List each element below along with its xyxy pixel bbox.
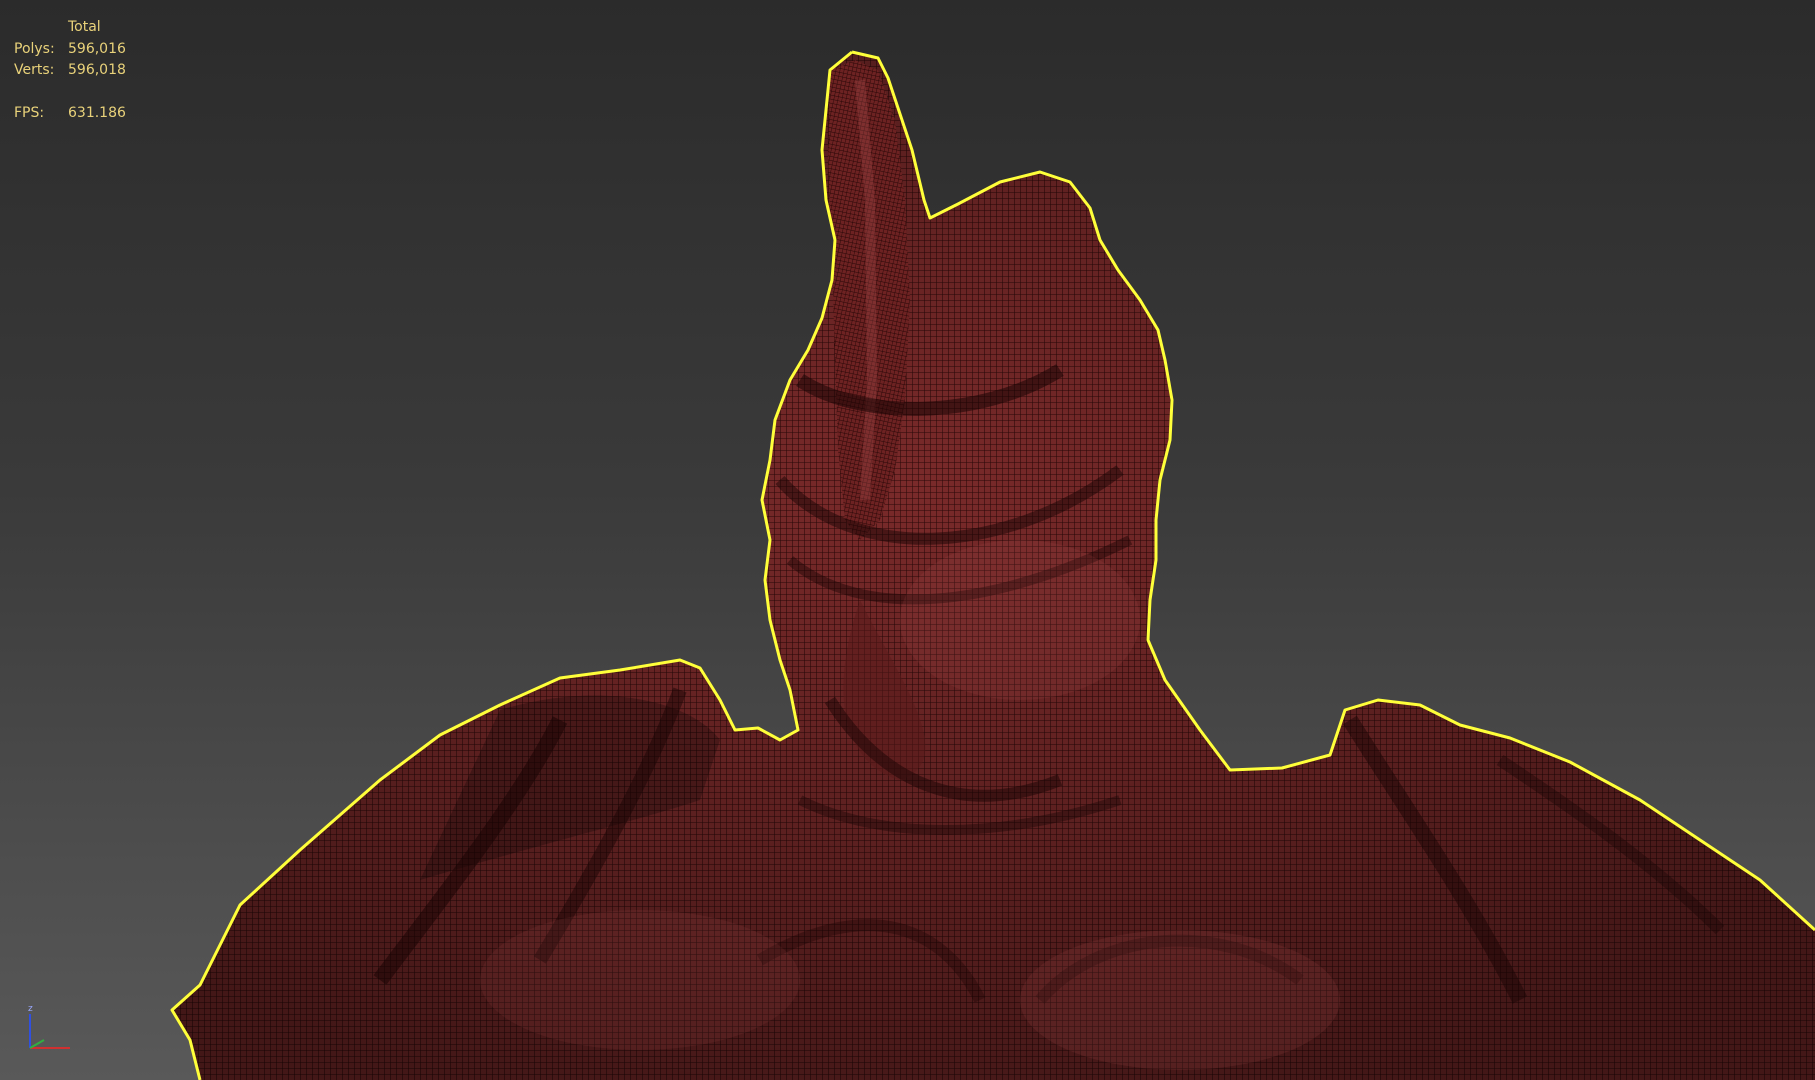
fps-label: FPS:	[14, 105, 45, 121]
verts-label: Verts:	[14, 62, 55, 78]
polys-value: 596,016	[68, 40, 126, 57]
creature-bust-mesh[interactable]	[0, 0, 1815, 1080]
3d-viewport[interactable]: Total Polys: 596,016 Verts: 596,018 FPS:…	[0, 0, 1815, 1080]
axis-y-icon	[29, 1039, 45, 1049]
verts-value: 596,018	[68, 62, 126, 78]
polys-label: Polys:	[14, 40, 55, 57]
viewport-statistics: Total Polys: 596,016 Verts: 596,018 FPS:…	[14, 17, 126, 125]
fps-value: 631.186	[68, 105, 126, 121]
axis-z-label: z	[28, 1004, 33, 1014]
axis-gizmo-icon: z	[28, 1004, 70, 1049]
stats-header: Total	[68, 19, 101, 35]
